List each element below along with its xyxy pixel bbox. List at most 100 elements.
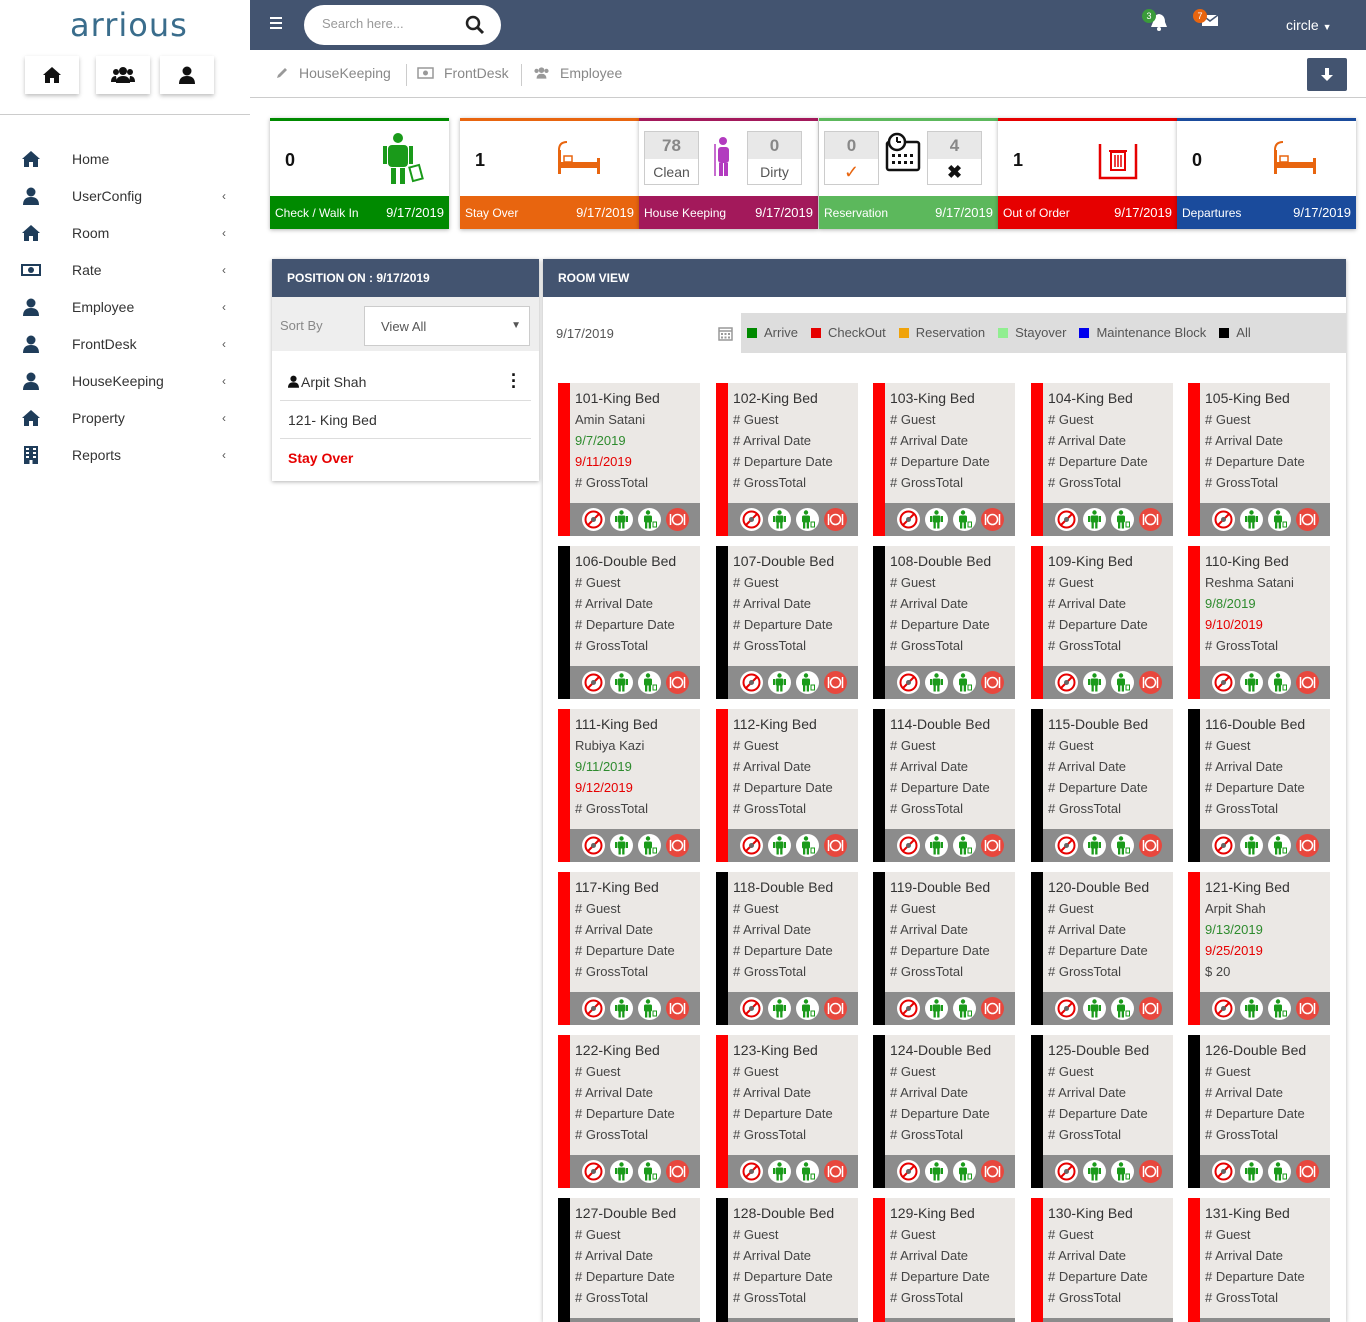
person-luggage-icon[interactable] <box>1110 1160 1134 1183</box>
room-card[interactable]: 121-King Bed Arpit Shah 9/13/2019 9/25/2019… <box>1188 872 1330 1025</box>
room-card[interactable]: 115-Double Bed # Guest # Arrival Date # Dep… <box>1031 709 1173 862</box>
room-card[interactable]: 131-King Bed # Guest # Arrival Date # Depar… <box>1188 1198 1330 1322</box>
dining-icon[interactable] <box>980 834 1004 857</box>
sidebar-item-reports[interactable]: Reports ‹ <box>0 436 250 473</box>
dining-icon[interactable] <box>665 834 689 857</box>
room-card[interactable]: 107-Double Bed # Guest # Arrival Date # Dep… <box>716 546 858 699</box>
room-card[interactable]: 102-King Bed # Guest # Arrival Date # Depar… <box>716 383 858 536</box>
no-dnd-icon[interactable] <box>1211 1160 1235 1183</box>
room-card[interactable]: 123-King Bed # Guest # Arrival Date # Depar… <box>716 1035 858 1188</box>
room-card[interactable]: 114-Double Bed # Guest # Arrival Date # Dep… <box>873 709 1015 862</box>
room-card[interactable]: 111-King Bed Rubiya Kazi 9/11/2019 9/12/201… <box>558 709 700 862</box>
app-logo[interactable]: arrious <box>70 6 188 44</box>
dining-icon[interactable] <box>1138 508 1162 531</box>
room-card[interactable]: 119-Double Bed # Guest # Arrival Date # Dep… <box>873 872 1015 1025</box>
departures-card[interactable]: 0 Departures 9/17/2019 <box>1177 118 1356 229</box>
person-icon[interactable] <box>609 508 633 531</box>
no-dnd-icon[interactable] <box>739 997 763 1020</box>
dining-icon[interactable] <box>823 1160 847 1183</box>
person-luggage-icon[interactable] <box>637 997 661 1020</box>
room-card[interactable]: 117-King Bed # Guest # Arrival Date # Depar… <box>558 872 700 1025</box>
person-luggage-icon[interactable] <box>1267 671 1291 694</box>
person-icon[interactable] <box>924 508 948 531</box>
sidebar-item-property[interactable]: Property ‹ <box>0 399 250 436</box>
dining-icon[interactable] <box>1138 1160 1162 1183</box>
room-card[interactable]: 108-Double Bed # Guest # Arrival Date # Dep… <box>873 546 1015 699</box>
no-dnd-icon[interactable] <box>896 997 920 1020</box>
person-luggage-icon[interactable] <box>637 1160 661 1183</box>
no-dnd-icon[interactable] <box>1054 671 1078 694</box>
person-icon[interactable] <box>924 1160 948 1183</box>
stayover-card[interactable]: 1 Stay Over 9/17/2019 <box>460 118 639 229</box>
room-card[interactable]: 124-Double Bed # Guest # Arrival Date # Dep… <box>873 1035 1015 1188</box>
person-icon[interactable] <box>1239 1160 1263 1183</box>
person-icon[interactable] <box>767 834 791 857</box>
person-luggage-icon[interactable] <box>1110 671 1134 694</box>
no-dnd-icon[interactable] <box>1211 834 1235 857</box>
person-icon[interactable] <box>1082 1160 1106 1183</box>
reservation-card[interactable]: 0 ✓ 4 ✖ Reservation 9/17/2019 <box>819 118 998 229</box>
room-card[interactable]: 120-Double Bed # Guest # Arrival Date # Dep… <box>1031 872 1173 1025</box>
sidebar-item-home[interactable]: Home <box>0 140 250 177</box>
sidebar-item-room[interactable]: Room ‹ <box>0 214 250 251</box>
person-icon[interactable] <box>924 997 948 1020</box>
person-luggage-icon[interactable] <box>795 834 819 857</box>
person-icon[interactable] <box>609 997 633 1020</box>
room-card[interactable]: 128-Double Bed # Guest # Arrival Date # Dep… <box>716 1198 858 1322</box>
person-luggage-icon[interactable] <box>795 1160 819 1183</box>
dining-icon[interactable] <box>665 508 689 531</box>
outoforder-card[interactable]: 1 Out of Order 9/17/2019 <box>998 118 1177 229</box>
calendar-icon[interactable] <box>718 326 733 341</box>
no-dnd-icon[interactable] <box>739 1160 763 1183</box>
dining-icon[interactable] <box>980 671 1004 694</box>
person-icon[interactable] <box>767 671 791 694</box>
dining-icon[interactable] <box>1295 1160 1319 1183</box>
person-luggage-icon[interactable] <box>637 671 661 694</box>
room-card[interactable]: 106-Double Bed # Guest # Arrival Date # Dep… <box>558 546 700 699</box>
messages-button[interactable]: 7 <box>1193 9 1219 33</box>
dining-icon[interactable] <box>1138 834 1162 857</box>
person-icon[interactable] <box>767 997 791 1020</box>
person-luggage-icon[interactable] <box>952 834 976 857</box>
room-card[interactable]: 109-King Bed # Guest # Arrival Date # Depar… <box>1031 546 1173 699</box>
sidebar-item-rate[interactable]: Rate ‹ <box>0 251 250 288</box>
person-icon[interactable] <box>1082 508 1106 531</box>
download-button[interactable] <box>1307 58 1347 91</box>
room-card[interactable]: 118-Double Bed # Guest # Arrival Date # Dep… <box>716 872 858 1025</box>
person-luggage-icon[interactable] <box>952 1160 976 1183</box>
room-card[interactable]: 105-King Bed # Guest # Arrival Date # Depar… <box>1188 383 1330 536</box>
quick-home-button[interactable] <box>25 56 79 94</box>
quick-group-button[interactable] <box>96 56 150 94</box>
no-dnd-icon[interactable] <box>581 671 605 694</box>
person-icon[interactable] <box>609 671 633 694</box>
date-input[interactable]: 9/17/2019 <box>543 313 742 353</box>
person-icon[interactable] <box>1239 997 1263 1020</box>
dining-icon[interactable] <box>1295 834 1319 857</box>
person-luggage-icon[interactable] <box>795 508 819 531</box>
person-luggage-icon[interactable] <box>795 671 819 694</box>
legend-item[interactable]: Maintenance Block <box>1079 325 1206 340</box>
person-luggage-icon[interactable] <box>1110 508 1134 531</box>
user-menu[interactable]: circle ▼ <box>1286 17 1331 33</box>
person-icon[interactable] <box>1239 834 1263 857</box>
no-dnd-icon[interactable] <box>739 834 763 857</box>
person-icon[interactable] <box>1239 671 1263 694</box>
dining-icon[interactable] <box>1138 997 1162 1020</box>
position-guest-row[interactable]: Arpit Shah · · · <box>280 363 531 401</box>
dining-icon[interactable] <box>665 671 689 694</box>
person-luggage-icon[interactable] <box>637 834 661 857</box>
no-dnd-icon[interactable] <box>739 671 763 694</box>
no-dnd-icon[interactable] <box>581 1160 605 1183</box>
legend-item[interactable]: CheckOut <box>810 325 886 340</box>
dining-icon[interactable] <box>980 1160 1004 1183</box>
search-input[interactable] <box>322 16 462 31</box>
person-icon[interactable] <box>1239 508 1263 531</box>
no-dnd-icon[interactable] <box>739 508 763 531</box>
room-card[interactable]: 127-Double Bed # Guest # Arrival Date # Dep… <box>558 1198 700 1322</box>
room-card[interactable]: 101-King Bed Amin Satani 9/7/2019 9/11/2019… <box>558 383 700 536</box>
dining-icon[interactable] <box>1295 508 1319 531</box>
legend-item[interactable]: Reservation <box>898 325 985 340</box>
person-luggage-icon[interactable] <box>952 508 976 531</box>
crumb-frontdesk[interactable]: FrontDesk <box>417 65 509 81</box>
room-card[interactable]: 126-Double Bed # Guest # Arrival Date # Dep… <box>1188 1035 1330 1188</box>
